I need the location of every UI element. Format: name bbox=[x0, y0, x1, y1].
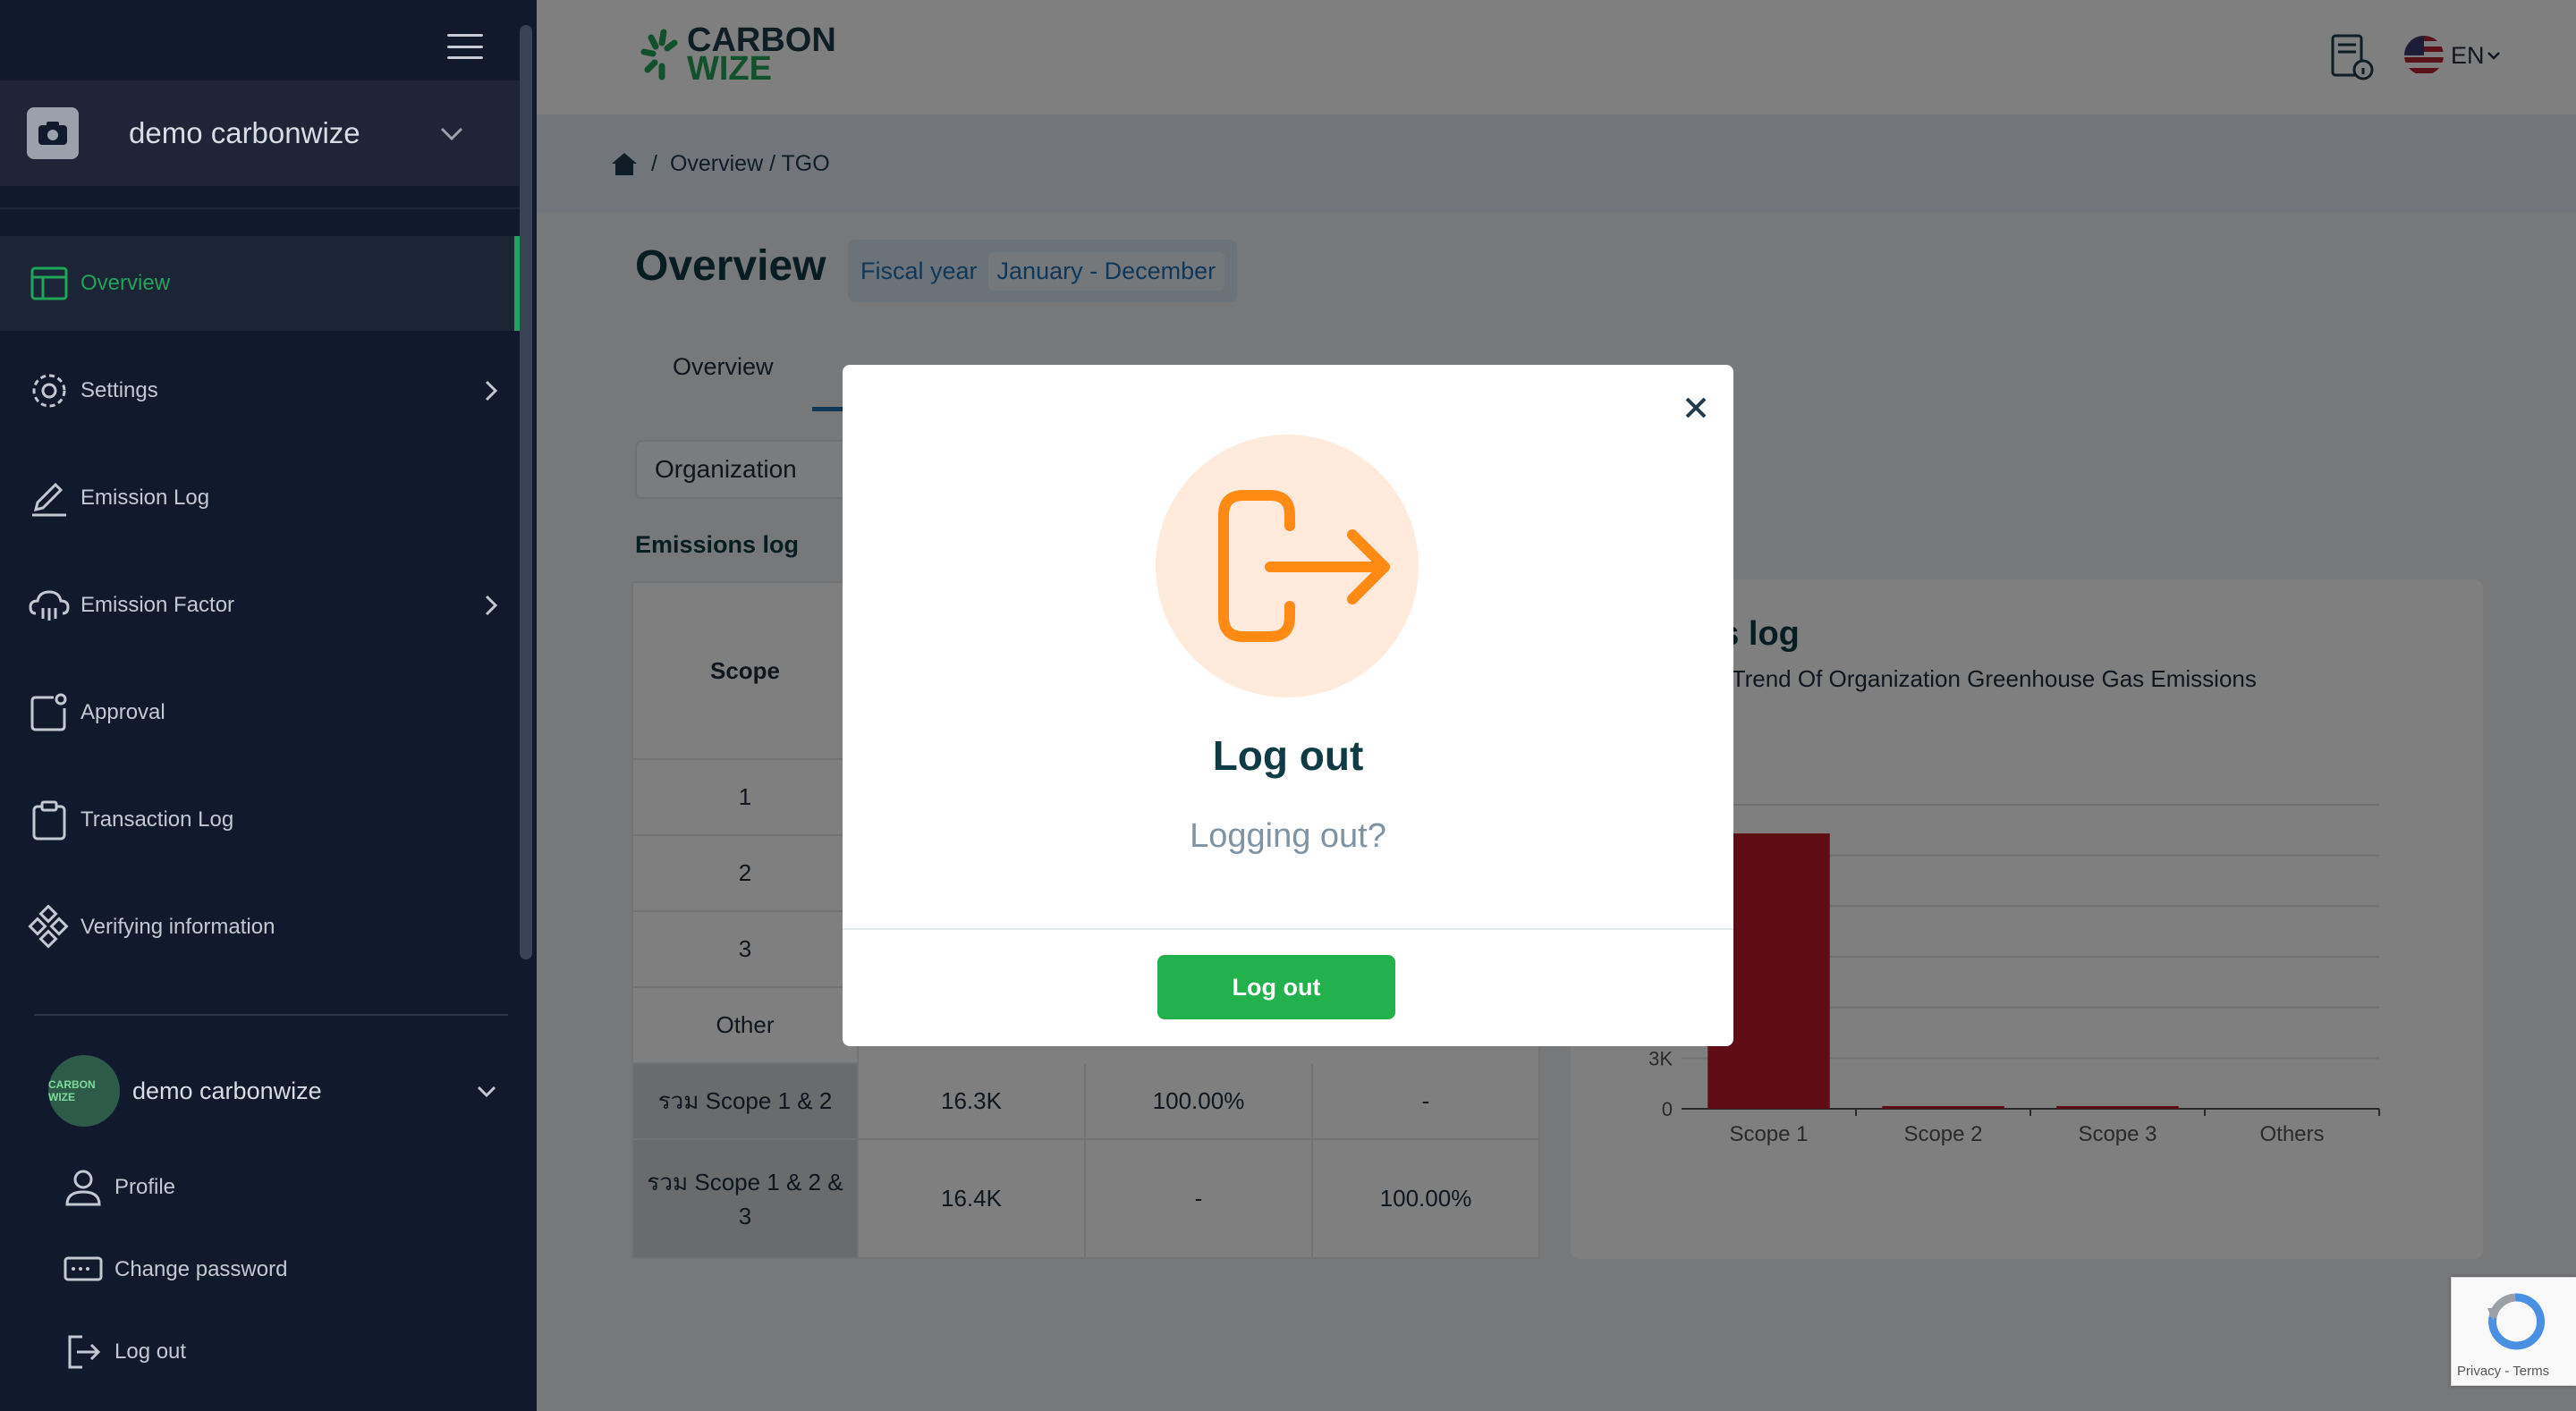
clipboard-icon bbox=[32, 800, 66, 841]
sidebar-item-label: Emission Factor bbox=[80, 593, 235, 617]
logout-link[interactable]: Log out bbox=[63, 1325, 186, 1379]
password-icon bbox=[64, 1256, 103, 1281]
logout-modal: Log out Logging out? Log out bbox=[843, 365, 1733, 1046]
logout-icon-circle bbox=[1156, 435, 1419, 697]
recaptcha-icon bbox=[2487, 1293, 2546, 1350]
chevron-right-icon bbox=[485, 595, 498, 616]
modal-title: Log out bbox=[1212, 732, 1364, 779]
divider bbox=[34, 1014, 508, 1016]
profile-label: Profile bbox=[114, 1175, 176, 1199]
sidebar-item-label: Verifying information bbox=[80, 915, 275, 939]
camera-icon bbox=[27, 107, 79, 159]
approval-icon bbox=[30, 693, 67, 731]
recaptcha-badge[interactable]: Privacy - Terms bbox=[2451, 1277, 2576, 1386]
change-password-label: Change password bbox=[114, 1257, 288, 1281]
sidebar-item-emission-factor[interactable]: Emission Factor bbox=[0, 558, 521, 653]
cloud-icon bbox=[29, 590, 70, 621]
sidebar-item-label: Overview bbox=[80, 271, 171, 295]
chevron-down-icon bbox=[477, 1086, 496, 1098]
logout-icon bbox=[68, 1335, 101, 1369]
pencil-icon bbox=[32, 482, 66, 517]
sidebar-item-label: Approval bbox=[80, 700, 165, 724]
gear-icon bbox=[32, 374, 66, 408]
sidebar-item-approval[interactable]: Approval bbox=[0, 665, 521, 760]
logout-label: Log out bbox=[114, 1339, 187, 1364]
sidebar-item-label: Settings bbox=[80, 378, 158, 402]
sidebar-item-label: Emission Log bbox=[80, 486, 210, 510]
organization-name: demo carbonwize bbox=[129, 116, 360, 149]
close-icon[interactable] bbox=[1680, 392, 1712, 424]
menu-toggle-icon[interactable] bbox=[447, 34, 483, 59]
recaptcha-links[interactable]: Privacy - Terms bbox=[2457, 1364, 2549, 1379]
layout-icon bbox=[30, 266, 68, 300]
diamonds-icon bbox=[28, 905, 69, 949]
sidebar-item-settings[interactable]: Settings bbox=[0, 343, 521, 438]
modal-message: Logging out? bbox=[1190, 817, 1386, 855]
logout-confirm-button[interactable]: Log out bbox=[1157, 955, 1395, 1019]
user-icon bbox=[65, 1170, 101, 1206]
sidebar-item-overview[interactable]: Overview bbox=[0, 236, 521, 331]
user-menu-toggle[interactable]: CARBON WIZE demo carbonwize bbox=[48, 1055, 513, 1127]
organization-selector[interactable]: demo carbonwize bbox=[0, 80, 521, 186]
logout-icon bbox=[1218, 490, 1390, 642]
divider bbox=[843, 928, 1733, 930]
sidebar-item-verifying-information[interactable]: Verifying information bbox=[0, 880, 521, 975]
avatar: CARBON WIZE bbox=[48, 1055, 120, 1127]
sidebar: demo carbonwize Overview Settings Emissi… bbox=[0, 0, 537, 1411]
sidebar-item-emission-log[interactable]: Emission Log bbox=[0, 451, 521, 545]
avatar-text: CARBON WIZE bbox=[48, 1078, 96, 1103]
chevron-down-icon bbox=[440, 127, 463, 141]
chevron-right-icon bbox=[485, 380, 498, 401]
sidebar-item-label: Transaction Log bbox=[80, 807, 234, 832]
divider bbox=[0, 207, 521, 209]
user-name: demo carbonwize bbox=[132, 1077, 322, 1104]
change-password-link[interactable]: Change password bbox=[63, 1243, 287, 1297]
sidebar-scrollbar[interactable] bbox=[520, 25, 532, 959]
profile-link[interactable]: Profile bbox=[63, 1161, 175, 1214]
sidebar-item-transaction-log[interactable]: Transaction Log bbox=[0, 773, 521, 867]
